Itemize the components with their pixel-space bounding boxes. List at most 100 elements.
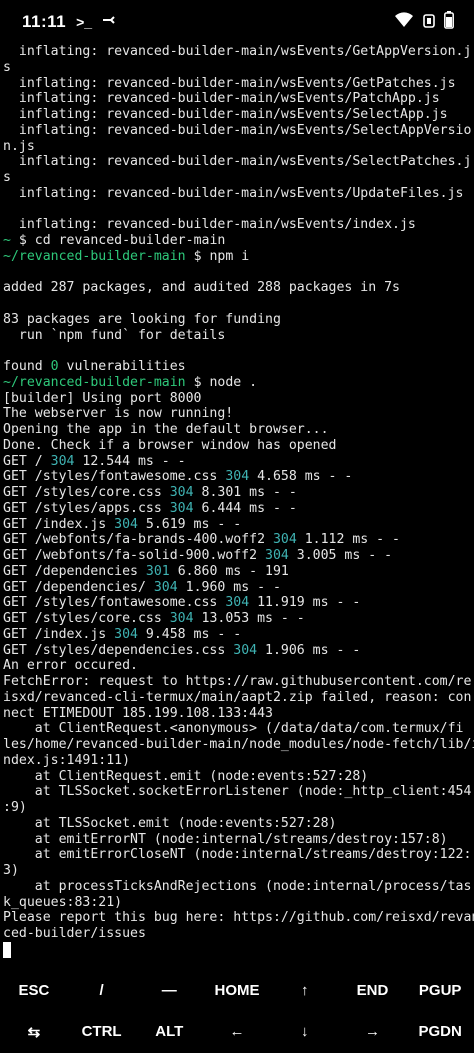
status-bar: 11:11 >_	[0, 0, 474, 44]
line-text: GET /styles/core.css	[3, 485, 170, 500]
esc-key[interactable]: ESC	[0, 970, 68, 1011]
terminal-line: at ClientRequest.<anonymous> (/data/data…	[3, 721, 473, 737]
terminal-line: GET /styles/apps.css 304 6.444 ms - -	[3, 501, 473, 517]
end-key[interactable]: END	[339, 970, 407, 1011]
extra-keys-row-1: ESC / — HOME ↑ END PGUP	[0, 970, 474, 1011]
line-text: 3)	[3, 863, 19, 878]
line-text: GET /webfonts/fa-brands-400.woff2	[3, 532, 273, 548]
terminal-line: inflating: revanced-builder-main/wsEvent…	[3, 76, 473, 92]
terminal-line: GET /styles/fontawesome.css 304 11.919 m…	[3, 595, 473, 611]
status-right	[394, 10, 454, 34]
status-code: 304	[233, 642, 258, 658]
line-text: les/home/revanced-builder-main/node_modu…	[3, 737, 474, 752]
line-text: $ cd revanced-builder-main	[10, 233, 226, 248]
terminal-line: les/home/revanced-builder-main/node_modu…	[3, 737, 474, 753]
terminal-line: ~ $ cd revanced-builder-main	[3, 233, 473, 249]
page-down-key[interactable]: PGDN	[406, 1011, 474, 1052]
terminal-output[interactable]: inflating: revanced-builder-main/wsEvent…	[3, 44, 474, 958]
terminal-line: ~/revanced-builder-main $ node .	[3, 375, 473, 391]
terminal-line: GET /webfonts/fa-brands-400.woff2 304 1.…	[3, 532, 473, 548]
line-text: GET /styles/core.css	[3, 611, 170, 626]
terminal-line	[3, 941, 473, 958]
alt-key[interactable]: ALT	[135, 1011, 203, 1052]
line-text: at emitErrorNT (node:internal/streams/de…	[3, 831, 448, 847]
line-text: inflating: revanced-builder-main/wsEvent…	[3, 154, 472, 170]
terminal-line: The webserver is now running!	[3, 406, 473, 422]
status-code: 304	[169, 611, 194, 626]
home-key[interactable]: HOME	[203, 970, 271, 1011]
slash-key[interactable]: /	[68, 970, 136, 1011]
terminal-line: An error occured.	[3, 658, 473, 674]
line-text: inflating: revanced-builder-main/wsEvent…	[3, 217, 416, 233]
prompt-segment: 0	[50, 359, 59, 374]
terminal-line: inflating: revanced-builder-main/wsEvent…	[3, 91, 473, 107]
terminal-line: GET /dependencies/ 304 1.960 ms - -	[3, 580, 473, 596]
terminal-line: inflating: revanced-builder-main/wsEvent…	[3, 107, 473, 123]
status-code: 304	[114, 516, 138, 532]
status-code: 301	[145, 563, 170, 579]
terminal-line: nect ETIMEDOUT 185.199.108.133:443	[3, 706, 473, 722]
line-text: inflating: revanced-builder-main/wsEvent…	[3, 107, 448, 122]
terminal-line: 83 packages are looking for funding	[3, 312, 473, 328]
line-text: 1.112 ms - -	[296, 532, 400, 548]
terminal-line: n.js	[3, 139, 473, 155]
line-text: inflating: revanced-builder-main/wsEvent…	[3, 91, 440, 107]
prompt-segment: ~/revanced-builder-main	[3, 374, 186, 390]
line-text: :9)	[3, 800, 27, 815]
terminal-line: 3)	[3, 863, 473, 879]
line-text: Opening the app in the default browser..…	[3, 422, 329, 437]
line-text: GET /styles/fontawesome.css	[3, 469, 226, 485]
page-up-key[interactable]: PGUP	[406, 970, 474, 1011]
arrow-right-key[interactable]: →	[339, 1011, 407, 1052]
terminal-line: inflating: revanced-builder-main/wsEvent…	[3, 186, 473, 202]
terminal-line: GET /styles/fontawesome.css 304 4.658 ms…	[3, 469, 473, 485]
cast-icon	[102, 13, 116, 31]
line-text: Please report this bug here: https://git…	[3, 910, 474, 926]
terminal-line: ced-builder/issues	[3, 926, 473, 942]
terminal-line: Please report this bug here: https://git…	[3, 910, 474, 926]
terminal-line: run `npm fund` for details	[3, 328, 473, 344]
arrow-up-key[interactable]: ↑	[271, 970, 339, 1011]
arrow-down-key[interactable]: ↓	[271, 1011, 339, 1052]
terminal-line: added 287 packages, and audited 288 pack…	[3, 280, 473, 296]
terminal-line: s	[3, 60, 473, 76]
line-text: k_queues:83:21)	[3, 894, 123, 910]
line-text: 12.544 ms - -	[74, 453, 186, 469]
terminal-line: ~/revanced-builder-main $ npm i	[3, 249, 473, 265]
prompt-segment: ~/revanced-builder-main	[3, 248, 186, 264]
terminal-line: inflating: revanced-builder-main/wsEvent…	[3, 154, 473, 170]
terminal-line: FetchError: request to https://raw.githu…	[3, 674, 473, 690]
terminal-line: GET /webfonts/fa-solid-900.woff2 304 3.0…	[3, 548, 473, 564]
terminal-cursor	[3, 941, 11, 958]
line-text: at ClientRequest.<anonymous> (/data/data…	[3, 721, 464, 737]
line-text: vulnerabilities	[58, 359, 186, 374]
line-text: 9.458 ms - -	[137, 626, 242, 642]
wifi-icon	[394, 11, 414, 33]
terminal-line: GET /styles/dependencies.css 304 1.906 m…	[3, 643, 473, 659]
terminal-line: at emitErrorNT (node:internal/streams/de…	[3, 832, 473, 848]
terminal-line: inflating: revanced-builder-main/wsEvent…	[3, 217, 473, 233]
status-left: 11:11 >_	[22, 12, 116, 32]
line-text: ndex.js:1491:11)	[3, 752, 131, 768]
status-code: 304	[153, 579, 178, 595]
line-text: 13.053 ms - -	[193, 611, 305, 626]
line-text: GET /dependencies/	[3, 579, 154, 595]
terminal-line: at TLSSocket.socketErrorListener (node:_…	[3, 784, 473, 800]
arrow-left-key[interactable]: ←	[203, 1011, 271, 1052]
extra-keys-bar: ESC / — HOME ↑ END PGUP ⇆ CTRL ALT ← ↓ → PGDN	[0, 970, 474, 1053]
line-text: 3.005 ms - -	[288, 548, 393, 563]
line-text: FetchError: request to https://raw.githu…	[3, 674, 472, 689]
line-text: $ node .	[185, 374, 258, 390]
terminal-line: k_queues:83:21)	[3, 895, 473, 911]
terminal-line: inflating: revanced-builder-main/wsEvent…	[3, 44, 473, 60]
line-text: nect ETIMEDOUT 185.199.108.133:443	[3, 705, 273, 721]
tab-key[interactable]: ⇆	[0, 1011, 68, 1052]
status-code: 304	[225, 595, 250, 611]
line-text: GET /index.js	[3, 516, 115, 532]
terminal-line: [builder] Using port 8000	[3, 391, 473, 407]
ctrl-key[interactable]: CTRL	[68, 1011, 136, 1052]
terminal-line: at ClientRequest.emit (node:events:527:2…	[3, 769, 473, 785]
dash-key[interactable]: —	[135, 970, 203, 1011]
